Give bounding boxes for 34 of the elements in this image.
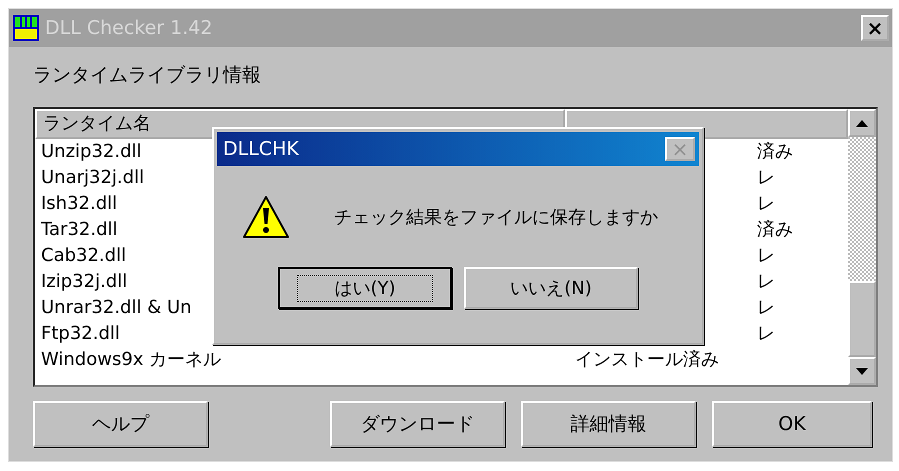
dialog-message: チェック結果をファイルに保存しますか xyxy=(334,206,658,229)
dialog-button[interactable]: 詳細情報 xyxy=(521,401,696,447)
dialog-button[interactable]: OK xyxy=(712,401,872,447)
table-cell: 済み xyxy=(757,141,793,162)
dialog-title: DLLCHK xyxy=(223,138,299,160)
dialog-button[interactable]: ダウンロード xyxy=(330,401,505,447)
scroll-up-icon[interactable] xyxy=(856,120,868,126)
table-cell: レ xyxy=(757,193,775,214)
close-button[interactable]: × xyxy=(861,15,889,41)
yes-button[interactable]: はい(Y) xyxy=(278,267,452,309)
section-label: ランタイムライブラリ情報 xyxy=(33,63,262,88)
table-cell: レ xyxy=(757,297,775,318)
table-cell: Windows9x カーネル xyxy=(41,349,222,370)
table-cell: Unarj32j.dll xyxy=(41,167,144,188)
warning-icon xyxy=(242,195,290,239)
table-cell: レ xyxy=(757,167,775,188)
table-cell: Unrar32.dll & Un xyxy=(41,297,192,318)
table-cell: Ftp32.dll xyxy=(41,323,120,344)
table-cell: Tar32.dll xyxy=(41,219,118,240)
table-cell: レ xyxy=(757,245,775,266)
table-cell: Unzip32.dll xyxy=(41,141,142,162)
scroll-down-icon[interactable] xyxy=(856,368,868,374)
no-button[interactable]: いいえ(N) xyxy=(464,267,638,309)
dialog-button[interactable]: ヘルプ xyxy=(33,401,208,447)
scrollbar[interactable] xyxy=(848,109,876,385)
table-cell: 済み xyxy=(757,219,793,240)
table-cell: Cab32.dll xyxy=(41,245,126,266)
table-cell: レ xyxy=(757,271,775,292)
app-logo-icon xyxy=(13,15,39,41)
table-cell: Izip32j.dll xyxy=(41,271,128,292)
table-cell: Ish32.dll xyxy=(41,193,118,214)
table-cell: レ xyxy=(757,323,775,344)
window-title: DLL Checker 1.42 xyxy=(45,17,212,39)
table-cell: インストール済み xyxy=(575,349,719,370)
